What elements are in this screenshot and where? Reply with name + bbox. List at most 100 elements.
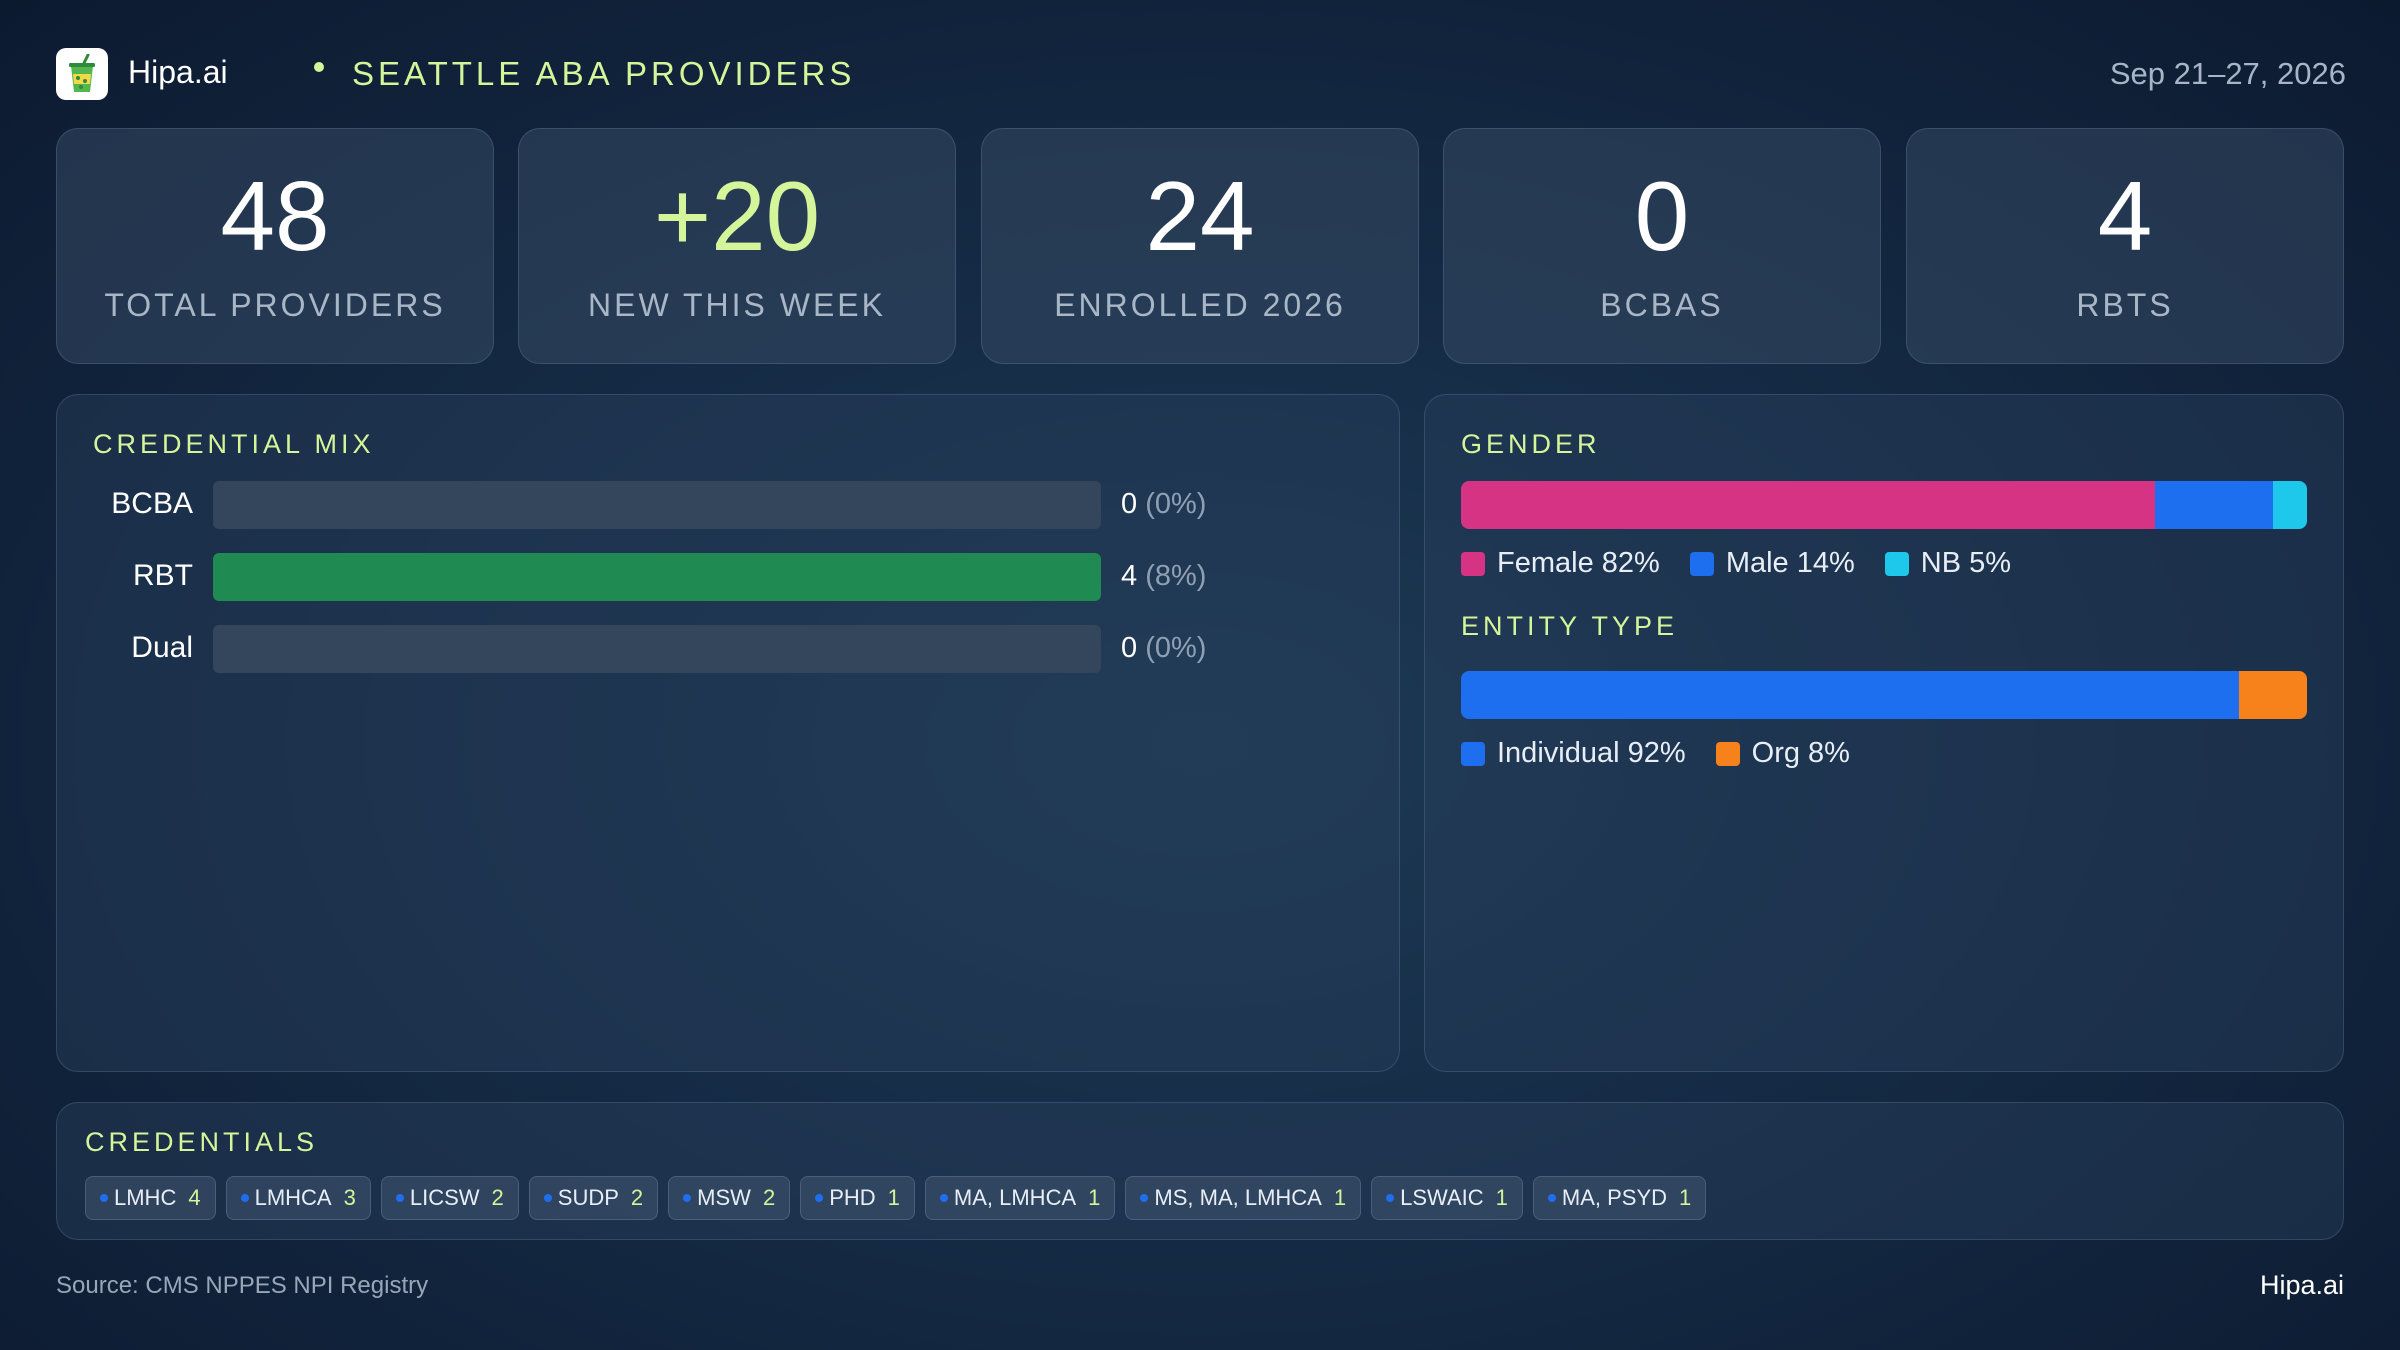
stat-card-enrolled: 24 ENROLLED 2026 — [981, 128, 1419, 364]
chip-count: 2 — [762, 1185, 776, 1210]
chip-label: MA, LMHCA — [953, 1185, 1077, 1210]
separator-dot — [314, 62, 324, 72]
chip-label: LSWAIC — [1400, 1185, 1484, 1210]
chip-label: MA, PSYD — [1561, 1185, 1668, 1210]
legend-item-individual: Individual 92% — [1461, 737, 1686, 770]
chip-dot-icon — [939, 1194, 948, 1202]
mix-percent: (8%) — [1145, 560, 1207, 592]
chip-label: PHD — [829, 1185, 876, 1210]
credential-chip[interactable]: MS, MA, LMHCA 1 — [1125, 1176, 1362, 1220]
legend-swatch — [1884, 551, 1909, 576]
legend-swatch — [1461, 741, 1485, 766]
mix-row-label: BCBA — [111, 487, 193, 520]
legend-label: Individual 92% — [1497, 737, 1686, 769]
section-title: GENDER — [1461, 429, 1601, 459]
date-range: Sep 21–27, 2026 — [2109, 56, 2346, 91]
legend-item-org: Org 8% — [1715, 737, 1850, 770]
mix-row-value: 4 (8%) — [1121, 560, 1206, 593]
mix-row-value: 0 (0%) — [1121, 632, 1206, 665]
entity-segment-individual — [1461, 671, 2240, 719]
credential-chip[interactable]: LMHC 4 — [85, 1176, 216, 1220]
chip-dot-icon — [1386, 1194, 1395, 1202]
legend-label: Male 14% — [1725, 547, 1855, 579]
footer-brand: Hipa.ai — [2259, 1270, 2344, 1300]
stat-label: TOTAL PROVIDERS — [104, 287, 446, 323]
chip-dot-icon — [815, 1194, 824, 1202]
credential-chip[interactable]: SUDP 2 — [528, 1176, 659, 1220]
chip-count: 1 — [887, 1185, 900, 1210]
legend-swatch — [1715, 741, 1740, 766]
stat-label: BCBAS — [1600, 287, 1724, 323]
gender-segment-nb — [2273, 481, 2307, 529]
gender-segment-female — [1461, 481, 2155, 529]
mix-percent: (0%) — [1145, 488, 1207, 520]
credential-chip-list: LMHC 4 LMHCA 3 LICSW 2 SUDP 2 MSW 2 PHD 1 MA, LMHCA 1… — [85, 1176, 1707, 1220]
mix-bar-track — [213, 481, 1101, 529]
chip-label: SUDP — [557, 1185, 619, 1210]
chip-count: 1 — [1088, 1185, 1101, 1210]
chip-dot-icon — [1547, 1194, 1556, 1202]
stat-label: RBTS — [2076, 287, 2174, 323]
credential-chip[interactable]: LICSW 2 — [380, 1176, 519, 1220]
credential-chip[interactable]: LMHCA 3 — [225, 1176, 371, 1220]
mix-row-label: RBT — [133, 559, 193, 592]
stat-card-new-this-week: +20 NEW THIS WEEK — [518, 128, 956, 364]
gender-segment-male — [2154, 481, 2274, 529]
chip-label: LMHCA — [254, 1185, 332, 1210]
entity-segment-org — [2239, 671, 2307, 719]
stat-value: 0 — [1634, 161, 1690, 271]
chip-count: 2 — [630, 1185, 644, 1210]
stat-card-total-providers: 48 TOTAL PROVIDERS — [56, 128, 494, 364]
chip-count: 2 — [491, 1185, 504, 1210]
credential-chip[interactable]: LSWAIC 1 — [1371, 1176, 1523, 1220]
credential-chip[interactable]: MA, LMHCA 1 — [924, 1176, 1116, 1220]
section-title: ENTITY TYPE — [1461, 611, 1679, 641]
mix-count: 4 — [1121, 560, 1138, 592]
legend-item-nb: NB 5% — [1884, 547, 2012, 580]
credential-mix-panel: CREDENTIAL MIX BCBA 0 (0%) RBT 4 (8%) Du… — [56, 394, 1400, 1072]
mix-row-label: Dual — [131, 631, 193, 664]
legend-label: Org 8% — [1751, 737, 1850, 769]
chip-count: 1 — [1679, 1185, 1692, 1210]
credentials-panel: CREDENTIALS LMHC 4 LMHCA 3 LICSW 2 SUDP 2 MSW 2 PH… — [56, 1102, 2344, 1240]
entity-stacked-bar — [1461, 671, 2307, 719]
mix-bar-track — [213, 625, 1101, 673]
chip-count: 1 — [1333, 1185, 1347, 1210]
brand-name: Hipa.ai — [128, 54, 228, 90]
app-logo[interactable] — [56, 48, 108, 100]
chip-dot-icon — [683, 1194, 692, 1202]
mix-row-value: 0 (0%) — [1121, 488, 1206, 521]
header: Hipa.ai SEATTLE ABA PROVIDERS Sep 21–27,… — [56, 46, 2346, 102]
credential-chip[interactable]: MA, PSYD 1 — [1532, 1176, 1707, 1220]
stat-label: ENROLLED 2026 — [1054, 287, 1346, 323]
stat-card-rbts: 4 RBTS — [1906, 128, 2344, 364]
gender-legend: Female 82% Male 14% NB 5% — [1461, 547, 2011, 580]
chip-dot-icon — [395, 1194, 404, 1202]
section-title: CREDENTIAL MIX — [93, 429, 375, 459]
chip-label: LMHC — [114, 1185, 177, 1210]
mix-count: 0 — [1121, 488, 1138, 520]
legend-label: NB 5% — [1920, 547, 2012, 579]
legend-item-male: Male 14% — [1689, 547, 1855, 580]
legend-label: Female 82% — [1497, 547, 1660, 579]
entity-legend: Individual 92% Org 8% — [1461, 737, 1850, 770]
chip-count: 4 — [188, 1185, 201, 1210]
legend-swatch — [1461, 551, 1485, 576]
gender-stacked-bar — [1461, 481, 2307, 529]
chip-dot-icon — [1140, 1194, 1149, 1202]
credential-chip[interactable]: PHD 1 — [800, 1176, 915, 1220]
chip-dot-icon — [100, 1194, 108, 1202]
mix-bar-fill — [213, 553, 1101, 601]
stat-value: 4 — [2097, 161, 2153, 271]
legend-swatch — [1689, 551, 1714, 576]
chip-dot-icon — [240, 1194, 249, 1202]
stat-value: +20 — [653, 161, 821, 271]
chip-label: MS, MA, LMHCA — [1154, 1185, 1322, 1210]
source-note: Source: CMS NPPES NPI Registry — [56, 1272, 429, 1299]
legend-item-female: Female 82% — [1461, 547, 1660, 580]
stat-value: 24 — [1145, 161, 1255, 271]
section-title: CREDENTIALS — [85, 1127, 319, 1157]
demographics-panel: GENDER Female 82% Male 14% NB 5% ENTITY … — [1424, 394, 2344, 1072]
stat-label: NEW THIS WEEK — [588, 287, 886, 323]
credential-chip[interactable]: MSW 2 — [668, 1176, 791, 1220]
